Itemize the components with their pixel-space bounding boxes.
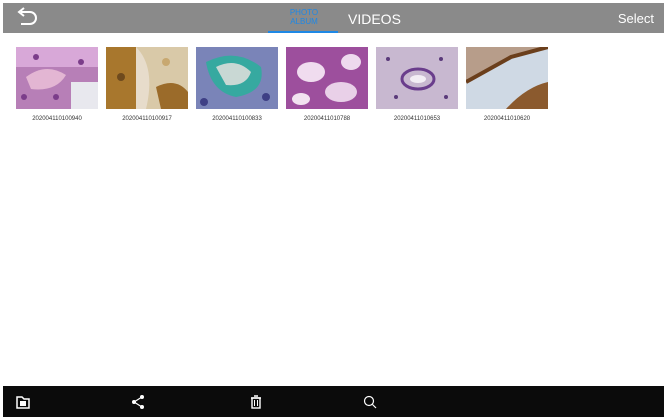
photo-thumbnail[interactable]: [286, 47, 368, 109]
photo-thumbnail[interactable]: [196, 47, 278, 109]
tab-videos[interactable]: VIDEOS: [348, 11, 401, 27]
delete-button[interactable]: [248, 394, 264, 410]
share-button[interactable]: [130, 394, 146, 410]
photo-caption: 202004110100833: [212, 116, 262, 122]
photo-caption: 20200411010620: [483, 116, 531, 122]
photo-item[interactable]: 202004110100917: [106, 47, 196, 122]
search-icon: [363, 395, 377, 409]
photo-thumbnail[interactable]: [466, 47, 548, 109]
search-button[interactable]: [362, 394, 378, 410]
share-icon: [132, 395, 144, 409]
photo-item[interactable]: 202004110100940: [16, 47, 106, 122]
photo-caption: 20200411010788: [303, 116, 351, 122]
select-button[interactable]: Select: [618, 11, 654, 26]
folder-button[interactable]: [15, 394, 31, 410]
back-button[interactable]: [15, 7, 39, 29]
photo-thumbnail[interactable]: [106, 47, 188, 109]
active-tab-indicator: [268, 31, 338, 33]
back-arrow-icon: [17, 7, 37, 25]
photo-caption: 202004110100917: [122, 116, 172, 122]
photo-caption: 202004110100940: [32, 116, 82, 122]
photo-caption: 20200411010653: [393, 116, 441, 122]
photo-thumbnail[interactable]: [376, 47, 458, 109]
photo-item[interactable]: 20200411010620: [466, 47, 556, 122]
photo-grid: 202004110100940 202004110100917 20200411…: [16, 47, 556, 122]
photo-item[interactable]: 20200411010653: [376, 47, 466, 122]
tab-photo-album[interactable]: PHOTO ALBUM: [271, 8, 337, 32]
photo-item[interactable]: 20200411010788: [286, 47, 376, 122]
photo-thumbnail[interactable]: [16, 47, 98, 109]
folder-icon: [16, 396, 30, 409]
top-toolbar: PHOTO ALBUM VIDEOS Select: [3, 3, 664, 33]
bottom-toolbar: [3, 386, 664, 417]
trash-icon: [251, 395, 261, 409]
photo-item[interactable]: 202004110100833: [196, 47, 286, 122]
